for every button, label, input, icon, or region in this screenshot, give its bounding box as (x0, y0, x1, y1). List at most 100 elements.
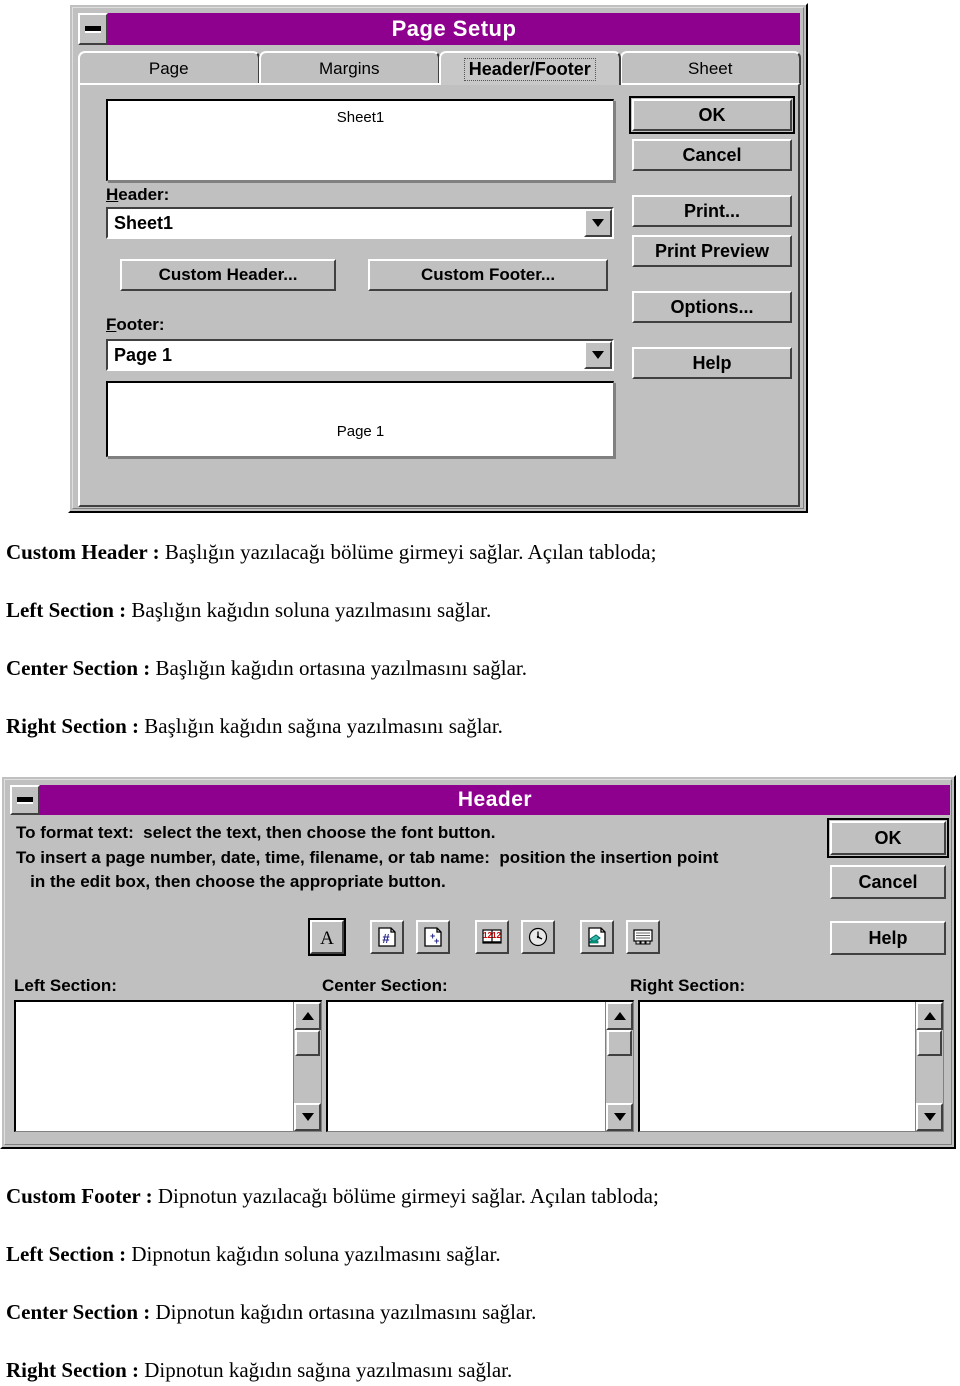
header-combobox[interactable]: Sheet1 (106, 207, 614, 239)
footer-label-rest: ooter: (116, 315, 165, 334)
scroll-up-icon[interactable] (606, 1002, 633, 1030)
tab-page[interactable]: Page (78, 51, 260, 85)
paragraph-left-section-header-term: Left Section : (6, 598, 127, 622)
scroll-track[interactable] (606, 1030, 633, 1103)
paragraph-custom-header: Custom Header : Başlığın yazılacağı bölü… (6, 540, 954, 565)
header-dialog-titlebar: Header (10, 785, 950, 815)
tab-margins[interactable]: Margins (258, 51, 440, 85)
left-section-input[interactable] (16, 1002, 293, 1131)
ok-button[interactable]: OK (629, 96, 795, 134)
center-section-input[interactable] (328, 1002, 605, 1131)
custom-footer-button[interactable]: Custom Footer... (368, 259, 608, 291)
left-section-box[interactable] (14, 1000, 322, 1132)
scroll-up-icon[interactable] (294, 1002, 321, 1030)
print-button-label: Print... (683, 200, 740, 221)
ok-button-label: OK (698, 104, 726, 125)
paragraph-right-section-header-term: Right Section : (6, 714, 139, 738)
paragraph-right-section-header: Right Section : Başlığın kağıdın sağına … (6, 714, 954, 739)
scroll-track[interactable] (916, 1030, 943, 1103)
header-ok-button[interactable]: OK (827, 818, 949, 858)
right-section-input[interactable] (640, 1002, 915, 1131)
scroll-thumb[interactable] (917, 1030, 942, 1056)
page-number-button[interactable]: # (370, 920, 404, 954)
paragraph-left-section-footer-term: Left Section : (6, 1242, 127, 1266)
footer-preview-text: Page 1 (336, 423, 385, 440)
minimize-icon[interactable] (10, 785, 40, 815)
scroll-down-icon[interactable] (606, 1103, 633, 1131)
filename-icon (586, 926, 608, 948)
header-cancel-button[interactable]: Cancel (830, 865, 946, 899)
print-preview-button[interactable]: Print Preview (632, 235, 792, 267)
right-section-box[interactable] (638, 1000, 944, 1132)
center-section-scrollbar[interactable] (605, 1002, 633, 1131)
instruction-line-1: To format text: select the text, then ch… (16, 823, 496, 842)
svg-text:A: A (320, 928, 334, 948)
svg-text:12: 12 (492, 931, 501, 940)
total-pages-button[interactable]: + + (416, 920, 450, 954)
filename-button[interactable] (580, 920, 614, 954)
print-button[interactable]: Print... (632, 195, 792, 227)
scroll-thumb[interactable] (295, 1030, 320, 1056)
tab-name-button[interactable] (626, 920, 660, 954)
page-setup-tabstrip: Page Margins Header/Footer Sheet (78, 51, 801, 85)
cancel-button[interactable]: Cancel (632, 139, 792, 171)
total-pages-icon: + + (422, 926, 444, 948)
scroll-track[interactable] (294, 1030, 321, 1103)
chevron-down-icon[interactable] (584, 209, 612, 237)
options-button[interactable]: Options... (632, 291, 792, 323)
paragraph-center-section-footer: Center Section : Dipnotun kağıdın ortası… (6, 1300, 954, 1325)
scroll-down-icon[interactable] (294, 1103, 321, 1131)
right-section-label: Right Section: (630, 976, 746, 995)
page-setup-dialog: Page Setup Page Margins Header/Footer Sh… (68, 3, 808, 513)
svg-text:+: + (434, 936, 439, 946)
header-preview-text: Sheet1 (336, 109, 385, 126)
custom-header-button[interactable]: Custom Header... (120, 259, 336, 291)
svg-text:#: # (382, 931, 390, 946)
footer-combobox[interactable]: Page 1 (106, 339, 614, 371)
header-help-button[interactable]: Help (830, 921, 946, 955)
paragraph-custom-header-term: Custom Header : (6, 540, 160, 564)
paragraph-custom-header-text: Başlığın yazılacağı bölüme girmeyi sağla… (159, 540, 657, 564)
center-section-box[interactable] (326, 1000, 634, 1132)
cancel-button-label: Cancel (682, 144, 742, 165)
instruction-line-2: To insert a page number, date, time, fil… (16, 847, 719, 867)
paragraph-left-section-footer: Left Section : Dipnotun kağıdın soluna y… (6, 1242, 954, 1267)
page-setup-titlebar: Page Setup (78, 13, 800, 45)
custom-header-button-label: Custom Header... (158, 265, 298, 284)
left-section-scrollbar[interactable] (293, 1002, 321, 1131)
page-number-icon: # (376, 926, 398, 948)
time-button[interactable] (521, 920, 555, 954)
help-button[interactable]: Help (632, 347, 792, 379)
header-ok-button-label: OK (874, 827, 902, 848)
paragraph-custom-footer-text: Dipnotun yazılacağı bölüme girmeyi sağla… (152, 1184, 659, 1208)
header-preview: Sheet1 (106, 99, 614, 181)
tab-header-footer[interactable]: Header/Footer (439, 51, 621, 85)
tab-sheet[interactable]: Sheet (619, 51, 801, 85)
paragraph-right-section-footer-text: Dipnotun kağıdın sağına yazılmasını sağl… (139, 1358, 513, 1382)
help-button-label: Help (692, 352, 732, 373)
tab-page-label: Page (148, 59, 189, 78)
paragraph-center-section-footer-text: Dipnotun kağıdın ortasına yazılmasını sa… (150, 1300, 537, 1324)
paragraph-right-section-footer: Right Section : Dipnotun kağıdın sağına … (6, 1358, 954, 1383)
scroll-down-icon[interactable] (916, 1103, 943, 1131)
scroll-up-icon[interactable] (916, 1002, 943, 1030)
paragraph-center-section-header-term: Center Section : (6, 656, 151, 680)
chevron-down-icon[interactable] (584, 341, 612, 369)
footer-preview: Page 1 (106, 381, 614, 457)
paragraph-left-section-footer-text: Dipnotun kağıdın soluna yazılmasını sağl… (126, 1242, 501, 1266)
right-section-scrollbar[interactable] (915, 1002, 943, 1131)
paragraph-center-section-header-text: Başlığın kağıdın ortasına yazılmasını sa… (150, 656, 528, 680)
tab-margins-label: Margins (319, 59, 380, 78)
footer-combobox-value: Page 1 (114, 344, 173, 365)
scroll-thumb[interactable] (607, 1030, 632, 1056)
minimize-icon[interactable] (78, 13, 108, 45)
font-format-icon: A (316, 926, 338, 948)
header-dialog-instructions: To format text: select the text, then ch… (16, 821, 816, 895)
print-preview-button-label: Print Preview (654, 240, 770, 261)
date-button[interactable]: 12 12 (475, 920, 509, 954)
font-button[interactable]: A (308, 918, 346, 956)
date-calendar-icon: 12 12 (481, 926, 503, 948)
paragraph-custom-footer-term: Custom Footer : (6, 1184, 153, 1208)
page-setup-title: Page Setup (108, 13, 800, 45)
center-section-label: Center Section: (322, 976, 448, 995)
